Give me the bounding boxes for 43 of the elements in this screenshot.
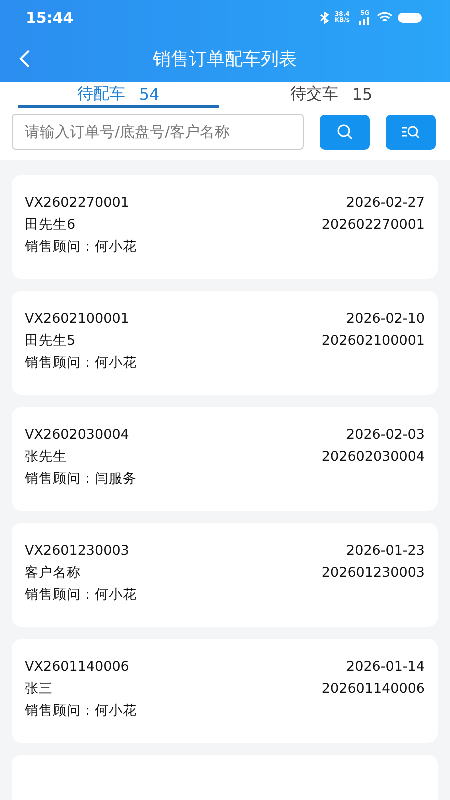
sales-advisor: 销售顾问：何小花 [25, 586, 137, 604]
page-title: 销售订单配车列表 [153, 48, 297, 71]
order-card[interactable]: VX2602030004 2026-02-03 张先生 202602030004 销售顾问：闫服务 [12, 407, 438, 511]
order-number: VX2602100001 [25, 310, 130, 328]
customer-name: 张先生 [25, 448, 67, 466]
customer-name: 田先生6 [25, 216, 76, 234]
order-date: 2026-02-10 [346, 310, 425, 328]
tab[interactable]: 待交车 15 [231, 82, 432, 108]
bluetooth-icon [320, 12, 330, 24]
sales-advisor: 销售顾问：何小花 [25, 238, 137, 256]
order-number: VX2601140006 [25, 658, 130, 676]
chassis-number: 202602030004 [322, 448, 425, 466]
order-card[interactable]: VX2601140006 2026-01-14 张三 202601140006 销售顾问：何小花 [12, 639, 438, 743]
wifi-icon [377, 12, 393, 24]
order-date: 2026-02-03 [346, 426, 425, 444]
order-date: 2026-01-14 [346, 658, 425, 676]
sales-advisor: 销售顾问：何小花 [25, 702, 137, 720]
search-button[interactable] [320, 114, 370, 150]
back-icon[interactable] [18, 49, 32, 69]
order-card[interactable]: VX2602270001 2026-02-27 田先生6 202602270001 销售顾问：何小花 [12, 175, 438, 279]
order-number: VX2601230003 [25, 542, 130, 560]
order-number: VX2602270001 [25, 194, 130, 212]
chassis-number: 202601230003 [322, 564, 425, 582]
customer-name: 田先生5 [25, 332, 76, 350]
customer-name: 客户名称 [25, 564, 81, 582]
sales-advisor: 销售顾问：何小花 [25, 354, 137, 372]
order-card[interactable]: VX2601230003 2026-01-23 客户名称 202601230003 销售顾问：何小花 [12, 523, 438, 627]
chassis-number: 202602100001 [322, 332, 425, 350]
chassis-number: 202602270001 [322, 216, 425, 234]
search-icon [336, 123, 354, 141]
list-search-icon [401, 124, 421, 140]
filter-search-button[interactable] [386, 114, 436, 150]
signal-icon [358, 17, 372, 25]
sales-advisor: 销售顾问：闫服务 [25, 470, 137, 488]
battery-icon [398, 12, 424, 24]
order-date: 2026-02-27 [346, 194, 425, 212]
order-date: 2026-01-23 [346, 542, 425, 560]
chassis-number: 202601140006 [322, 680, 425, 698]
order-card[interactable]: VX2602100001 2026-02-10 田先生5 202602100001 销售顾问：何小花 [12, 291, 438, 395]
status-time: 15:44 [26, 9, 74, 27]
customer-name: 张三 [25, 680, 53, 698]
order-number: VX2602030004 [25, 426, 130, 444]
search-field[interactable]: 请输入订单号/底盘号/客户名称 [12, 114, 304, 150]
